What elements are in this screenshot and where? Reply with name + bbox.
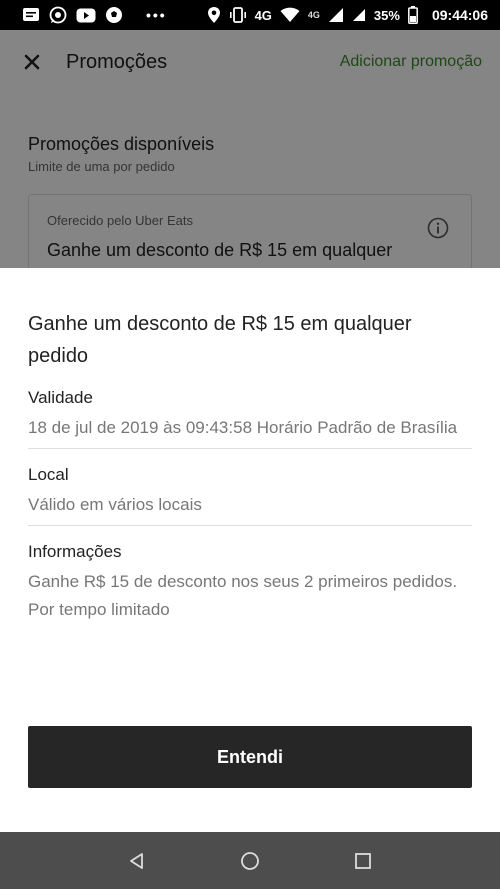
section-label: Local — [28, 465, 69, 484]
battery-percent: 35% — [373, 7, 400, 23]
more-notifications-icon: ••• — [146, 7, 167, 23]
recents-button[interactable] — [343, 841, 383, 881]
whatsapp-icon — [49, 6, 67, 24]
section-value: Ganhe R$ 15 de desconto nos seus 2 prime… — [28, 572, 458, 619]
recents-square-icon — [355, 852, 372, 869]
promotion-details-sheet: Ganhe um desconto de R$ 15 em qualquer p… — [0, 268, 500, 832]
promotion-title: Ganhe um desconto de R$ 15 em qualquer p… — [28, 313, 412, 367]
home-circle-icon — [241, 851, 259, 870]
battery-icon — [408, 6, 418, 24]
soccer-ball-icon — [105, 6, 123, 24]
system-nav-bar — [0, 832, 500, 889]
home-button[interactable] — [230, 841, 270, 881]
message-icon — [22, 7, 40, 23]
section-value: 18 de jul de 2019 às 09:43:58 Horário Pa… — [28, 418, 458, 437]
back-button[interactable] — [117, 841, 157, 881]
back-triangle-icon — [129, 852, 143, 869]
section-value: Válido em vários locais — [28, 495, 202, 514]
clock: 09:44:06 — [431, 7, 488, 23]
status-bar: ••• 4G 4G 35% 09:44:06 — [0, 0, 500, 30]
information-section: Informações Ganhe R$ 15 de desconto nos … — [28, 526, 472, 624]
signal-secondary-icon — [352, 8, 366, 22]
signal-icon — [328, 7, 344, 23]
vibrate-icon — [229, 6, 247, 24]
youtube-icon — [76, 8, 96, 23]
network-type-label: 4G — [254, 7, 272, 23]
validity-section: Validade 18 de jul de 2019 às 09:43:58 H… — [28, 372, 472, 449]
understood-button[interactable]: Entendi — [28, 726, 472, 788]
section-label: Informações — [28, 542, 122, 561]
location-section: Local Válido em vários locais — [28, 449, 472, 526]
modal-scrim[interactable] — [0, 30, 500, 268]
section-label: Validade — [28, 388, 93, 407]
network-type-secondary-label: 4G — [307, 10, 320, 20]
wifi-icon — [280, 7, 300, 23]
location-icon — [207, 6, 221, 24]
